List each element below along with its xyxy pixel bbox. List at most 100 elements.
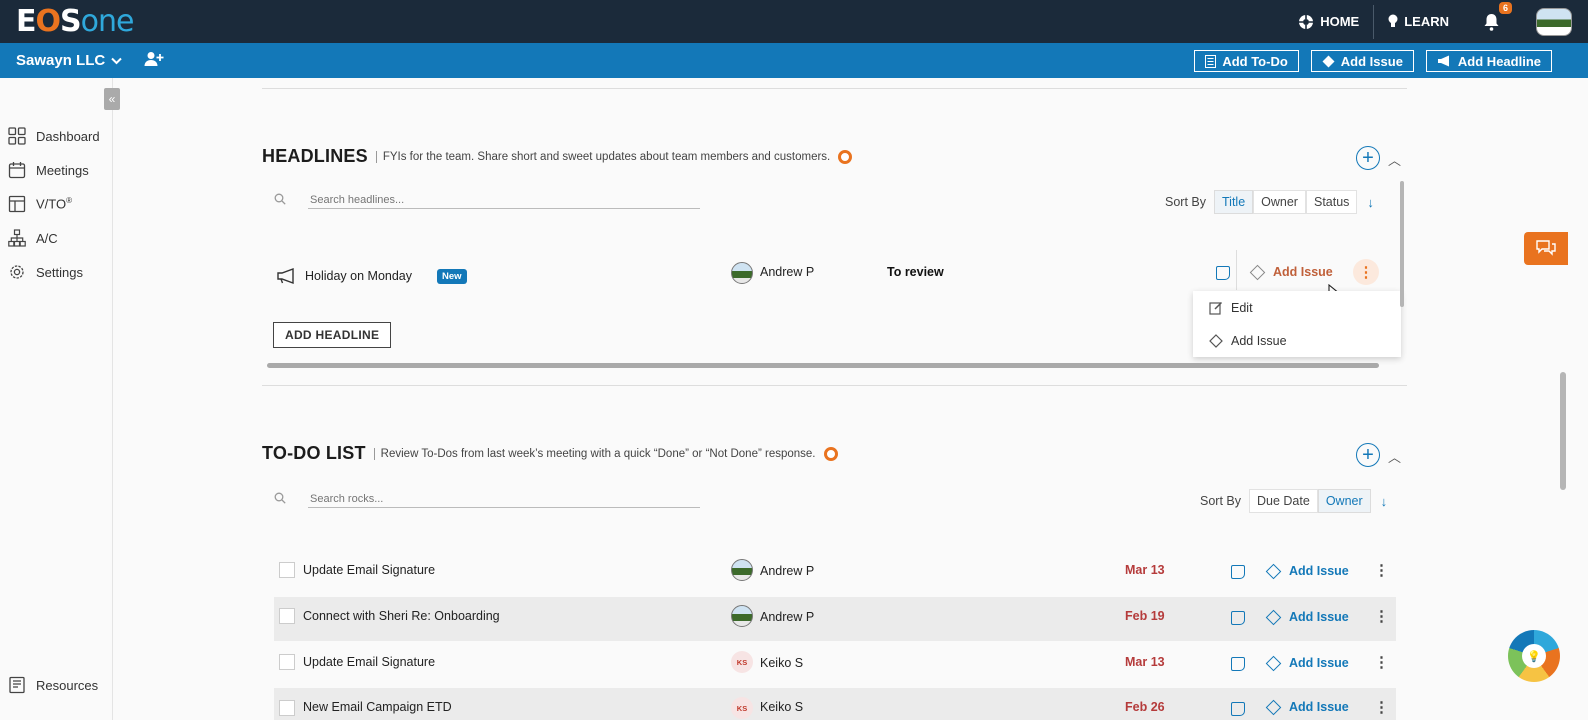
vto-label-text: V/TO (36, 196, 67, 212)
todo-owner: Keiko S (760, 656, 804, 670)
sidebar-item-label: Resources (36, 677, 99, 693)
section-divider (262, 385, 1407, 386)
headlines-subtitle: FYIs for the team. Share short and sweet… (375, 150, 830, 163)
menu-item-add-issue[interactable]: Add Issue (1193, 324, 1401, 357)
note-icon[interactable] (1231, 702, 1245, 716)
feedback-tab[interactable] (1524, 232, 1568, 265)
todo-add-issue-link[interactable]: Add Issue (1265, 563, 1349, 579)
menu-item-label: Edit (1231, 300, 1253, 315)
add-issue-button[interactable]: Add Issue (1310, 50, 1414, 72)
todo-subtitle: Review To-Dos from last week’s meeting w… (373, 447, 816, 460)
owner-avatar (731, 605, 753, 627)
todo-checkbox[interactable] (279, 608, 295, 624)
grid-icon (8, 127, 26, 145)
top-nav-links: HOME LEARN 6 (1284, 0, 1588, 43)
sidebar-item-label: A/C (36, 230, 58, 246)
todo-title-text[interactable]: Connect with Sheri Re: Onboarding (303, 609, 500, 623)
add-issue-label: Add Issue (1289, 656, 1349, 670)
todo-due-date[interactable]: Feb 26 (1125, 700, 1165, 714)
add-user-button[interactable] (144, 51, 164, 72)
search-icon (274, 193, 286, 208)
todos-search-input[interactable] (308, 491, 700, 508)
home-lifebuoy-icon (1299, 14, 1314, 29)
sidebar-item-meetings[interactable]: Meetings (8, 161, 89, 179)
sidebar-item-label: Meetings (36, 162, 89, 178)
headlines-horizontal-scrollbar[interactable] (267, 363, 1379, 368)
lightbulb-icon (1388, 14, 1398, 27)
search-icon (274, 492, 286, 507)
help-icon[interactable] (838, 149, 853, 164)
todo-due-date[interactable]: Feb 19 (1125, 609, 1165, 623)
todo-checkbox[interactable] (279, 700, 295, 716)
sort-option-owner[interactable]: Owner (1253, 190, 1306, 214)
sidebar-item-ac[interactable]: A/C (8, 229, 58, 247)
sort-direction-arrow-icon[interactable]: ↓ (1381, 494, 1388, 509)
sort-by-label: Sort By (1200, 494, 1241, 508)
home-link[interactable]: HOME (1284, 0, 1373, 43)
page-vertical-scrollbar[interactable] (1560, 372, 1566, 490)
sidebar-item-resources[interactable]: Resources (8, 676, 98, 694)
headlines-search-input[interactable] (308, 192, 700, 209)
kebab-menu-icon[interactable]: ⋮ (1374, 563, 1389, 578)
todo-checkbox[interactable] (279, 562, 295, 578)
todo-add-issue-link[interactable]: Add Issue (1265, 655, 1349, 671)
note-icon[interactable] (1231, 611, 1245, 625)
todo-checkbox[interactable] (279, 654, 295, 670)
sidebar-item-label: Settings (36, 264, 83, 280)
user-avatar[interactable] (1536, 7, 1572, 36)
lightbulb-icon: 💡 (1522, 644, 1546, 668)
org-switcher[interactable]: Sawayn LLC (16, 52, 122, 69)
home-label: HOME (1320, 14, 1360, 29)
note-icon[interactable] (1231, 565, 1245, 579)
owner-initials-avatar: KS (731, 697, 753, 719)
sort-direction-arrow-icon[interactable]: ↓ (1367, 195, 1374, 210)
notifications-button[interactable]: 6 (1463, 0, 1536, 43)
todo-add-issue-link[interactable]: Add Issue (1265, 609, 1349, 625)
menu-item-label: Add Issue (1231, 333, 1287, 348)
headlines-vertical-scrollbar[interactable] (1400, 181, 1404, 307)
sort-option-due-date[interactable]: Due Date (1249, 489, 1318, 513)
todo-title-text[interactable]: Update Email Signature (303, 655, 435, 669)
todo-header: TO-DO LIST Review To-Dos from last week’… (262, 443, 838, 464)
add-headline-inline-button[interactable]: ADD HEADLINE (273, 322, 392, 348)
headline-status[interactable]: To review (887, 265, 944, 279)
new-badge: New (437, 269, 467, 284)
add-issue-label: Add Issue (1273, 265, 1333, 279)
sidebar-item-vto[interactable]: V/TO® (8, 195, 72, 213)
todo-title-text[interactable]: New Email Campaign ETD (303, 700, 452, 714)
learn-link[interactable]: LEARN (1374, 0, 1463, 43)
todo-due-date[interactable]: Mar 13 (1125, 563, 1165, 577)
note-icon[interactable] (1231, 657, 1245, 671)
todo-owner: Andrew P (760, 564, 815, 578)
note-icon[interactable] (1216, 266, 1230, 280)
sidebar-item-dashboard[interactable]: Dashboard (8, 127, 100, 145)
headline-add-issue-link[interactable]: Add Issue (1249, 264, 1333, 280)
logo-word-one: one (80, 4, 135, 39)
eos-assistant-button[interactable]: 💡 (1508, 630, 1560, 682)
sort-option-title[interactable]: Title (1214, 190, 1254, 214)
sort-option-owner[interactable]: Owner (1317, 489, 1371, 513)
add-headline-button[interactable]: Add Headline (1425, 50, 1552, 72)
collapse-todos-chevron-up-icon[interactable]: ︿ (1388, 447, 1401, 466)
sort-option-status[interactable]: Status (1305, 190, 1358, 214)
add-headline-plus-button[interactable]: + (1356, 146, 1380, 170)
todo-due-date[interactable]: Mar 13 (1125, 655, 1165, 669)
kebab-menu-icon[interactable]: ⋮ (1374, 609, 1389, 624)
logo-letter-o: O (35, 4, 61, 39)
checklist-icon (1205, 54, 1217, 68)
todo-title-text[interactable]: Update Email Signature (303, 563, 435, 577)
help-icon[interactable] (823, 446, 838, 461)
sidebar-item-settings[interactable]: Settings (8, 263, 83, 281)
collapse-headlines-chevron-up-icon[interactable]: ︿ (1388, 150, 1401, 169)
eos-one-logo[interactable]: EOSone (16, 4, 135, 39)
add-todo-plus-button[interactable]: + (1356, 443, 1380, 467)
add-issue-label: Add Issue (1289, 610, 1349, 624)
kebab-menu-icon[interactable]: ⋮ (1374, 700, 1389, 715)
todo-add-issue-link[interactable]: Add Issue (1265, 699, 1349, 715)
headline-title[interactable]: Holiday on Monday (305, 269, 412, 283)
menu-item-edit[interactable]: Edit (1193, 291, 1401, 324)
kebab-menu-icon[interactable]: ⋮ (1374, 655, 1389, 670)
sidebar: « Dashboard Meetings V/TO® A/C Settings … (0, 78, 120, 720)
headline-more-menu-button[interactable]: ⋮ (1353, 259, 1379, 285)
add-todo-button[interactable]: Add To-Do (1194, 50, 1299, 72)
